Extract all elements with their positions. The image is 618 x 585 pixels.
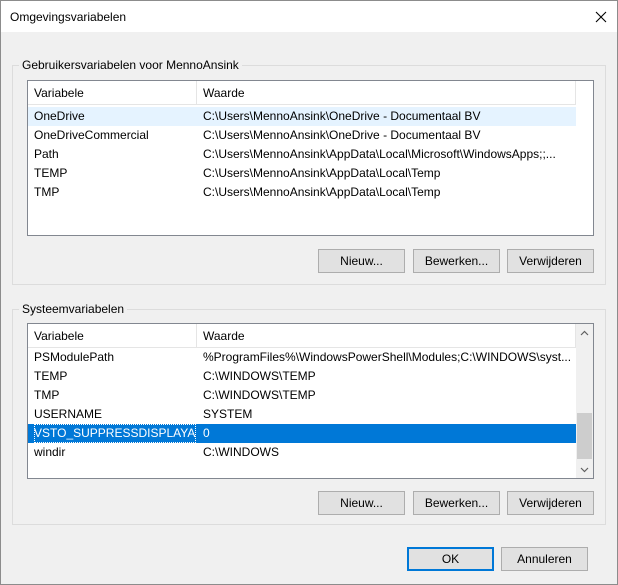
ok-button[interactable]: OK	[407, 547, 494, 571]
column-header-variable[interactable]: Variabele	[28, 81, 197, 105]
row-value: SYSTEM	[203, 407, 253, 421]
row-value: C:\WINDOWS\TEMP	[203, 369, 316, 383]
scrollbar-thumb[interactable]	[577, 413, 592, 459]
table-row[interactable]: OneDriveCommercial C:\Users\MennoAnsink\…	[28, 126, 576, 145]
user-list-header: Variabele Waarde	[28, 81, 576, 105]
row-name: Path	[34, 147, 59, 161]
row-value: C:\Users\MennoAnsink\OneDrive - Document…	[203, 109, 481, 123]
vertical-scrollbar[interactable]	[576, 324, 593, 478]
row-value: %ProgramFiles%\WindowsPowerShell\Modules…	[203, 350, 572, 364]
user-variables-group: Gebruikersvariabelen voor MennoAnsink Va…	[12, 58, 606, 285]
system-variables-label: Systeemvariabelen	[19, 302, 128, 316]
table-row[interactable]: PSModulePath %ProgramFiles%\WindowsPower…	[28, 348, 576, 367]
system-delete-button[interactable]: Verwijderen	[507, 491, 594, 515]
row-value: C:\Users\MennoAnsink\OneDrive - Document…	[203, 128, 481, 142]
user-delete-button[interactable]: Verwijderen	[507, 249, 594, 273]
column-header-value[interactable]: Waarde	[197, 324, 576, 348]
row-value: C:\Users\MennoAnsink\AppData\Local\Micro…	[203, 147, 556, 161]
row-value: C:\Users\MennoAnsink\AppData\Local\Temp	[203, 185, 441, 199]
title-bar: Omgevingsvariabelen	[1, 1, 617, 32]
window-title: Omgevingsvariabelen	[10, 10, 127, 24]
environment-variables-dialog: Omgevingsvariabelen Gebruikersvariabelen…	[0, 0, 618, 585]
table-row-selected[interactable]: VSTO_SUPPRESSDISPLAYALE... 0	[28, 424, 576, 443]
table-row[interactable]: Path C:\Users\MennoAnsink\AppData\Local\…	[28, 145, 576, 164]
system-new-button[interactable]: Nieuw...	[318, 491, 405, 515]
system-edit-button[interactable]: Bewerken...	[413, 491, 500, 515]
user-edit-button[interactable]: Bewerken...	[413, 249, 500, 273]
row-name: USERNAME	[34, 407, 103, 421]
table-row[interactable]: OneDrive C:\Users\MennoAnsink\OneDrive -…	[28, 107, 576, 126]
row-name: TMP	[34, 185, 60, 199]
system-variables-list[interactable]: Variabele Waarde PSModulePath %ProgramFi…	[27, 323, 594, 479]
chevron-down-icon	[580, 467, 589, 472]
close-icon	[595, 11, 607, 22]
column-header-value[interactable]: Waarde	[197, 81, 576, 105]
user-new-button[interactable]: Nieuw...	[318, 249, 405, 273]
row-name: VSTO_SUPPRESSDISPLAYALE...	[34, 424, 196, 443]
row-value: C:\WINDOWS\TEMP	[203, 388, 316, 402]
table-row[interactable]: TEMP C:\Users\MennoAnsink\AppData\Local\…	[28, 164, 576, 183]
close-button[interactable]	[585, 1, 617, 32]
row-name: OneDrive	[34, 109, 85, 123]
table-row[interactable]: TMP C:\Users\MennoAnsink\AppData\Local\T…	[28, 183, 576, 202]
user-variables-list[interactable]: Variabele Waarde OneDrive C:\Users\Menno…	[27, 80, 594, 236]
row-value: 0	[203, 426, 210, 440]
user-variables-label: Gebruikersvariabelen voor MennoAnsink	[19, 58, 242, 72]
system-variables-group: Systeemvariabelen Variabele Waarde PSMod…	[12, 302, 606, 525]
table-row[interactable]: TEMP C:\WINDOWS\TEMP	[28, 367, 576, 386]
row-name: TEMP	[34, 369, 68, 383]
row-name: PSModulePath	[34, 350, 115, 364]
row-value: C:\Users\MennoAnsink\AppData\Local\Temp	[203, 166, 441, 180]
table-row[interactable]: TMP C:\WINDOWS\TEMP	[28, 386, 576, 405]
chevron-up-icon	[580, 330, 589, 335]
table-row[interactable]: USERNAME SYSTEM	[28, 405, 576, 424]
row-name: TMP	[34, 388, 60, 402]
column-header-variable[interactable]: Variabele	[28, 324, 197, 348]
table-row[interactable]: windir C:\WINDOWS	[28, 443, 576, 462]
row-name: windir	[34, 445, 66, 459]
row-name: OneDriveCommercial	[34, 128, 149, 142]
scroll-up-button[interactable]	[576, 324, 593, 341]
row-name: TEMP	[34, 166, 68, 180]
scroll-down-button[interactable]	[576, 461, 593, 478]
cancel-button[interactable]: Annuleren	[501, 547, 588, 571]
row-value: C:\WINDOWS	[203, 445, 279, 459]
system-list-header: Variabele Waarde	[28, 324, 576, 348]
